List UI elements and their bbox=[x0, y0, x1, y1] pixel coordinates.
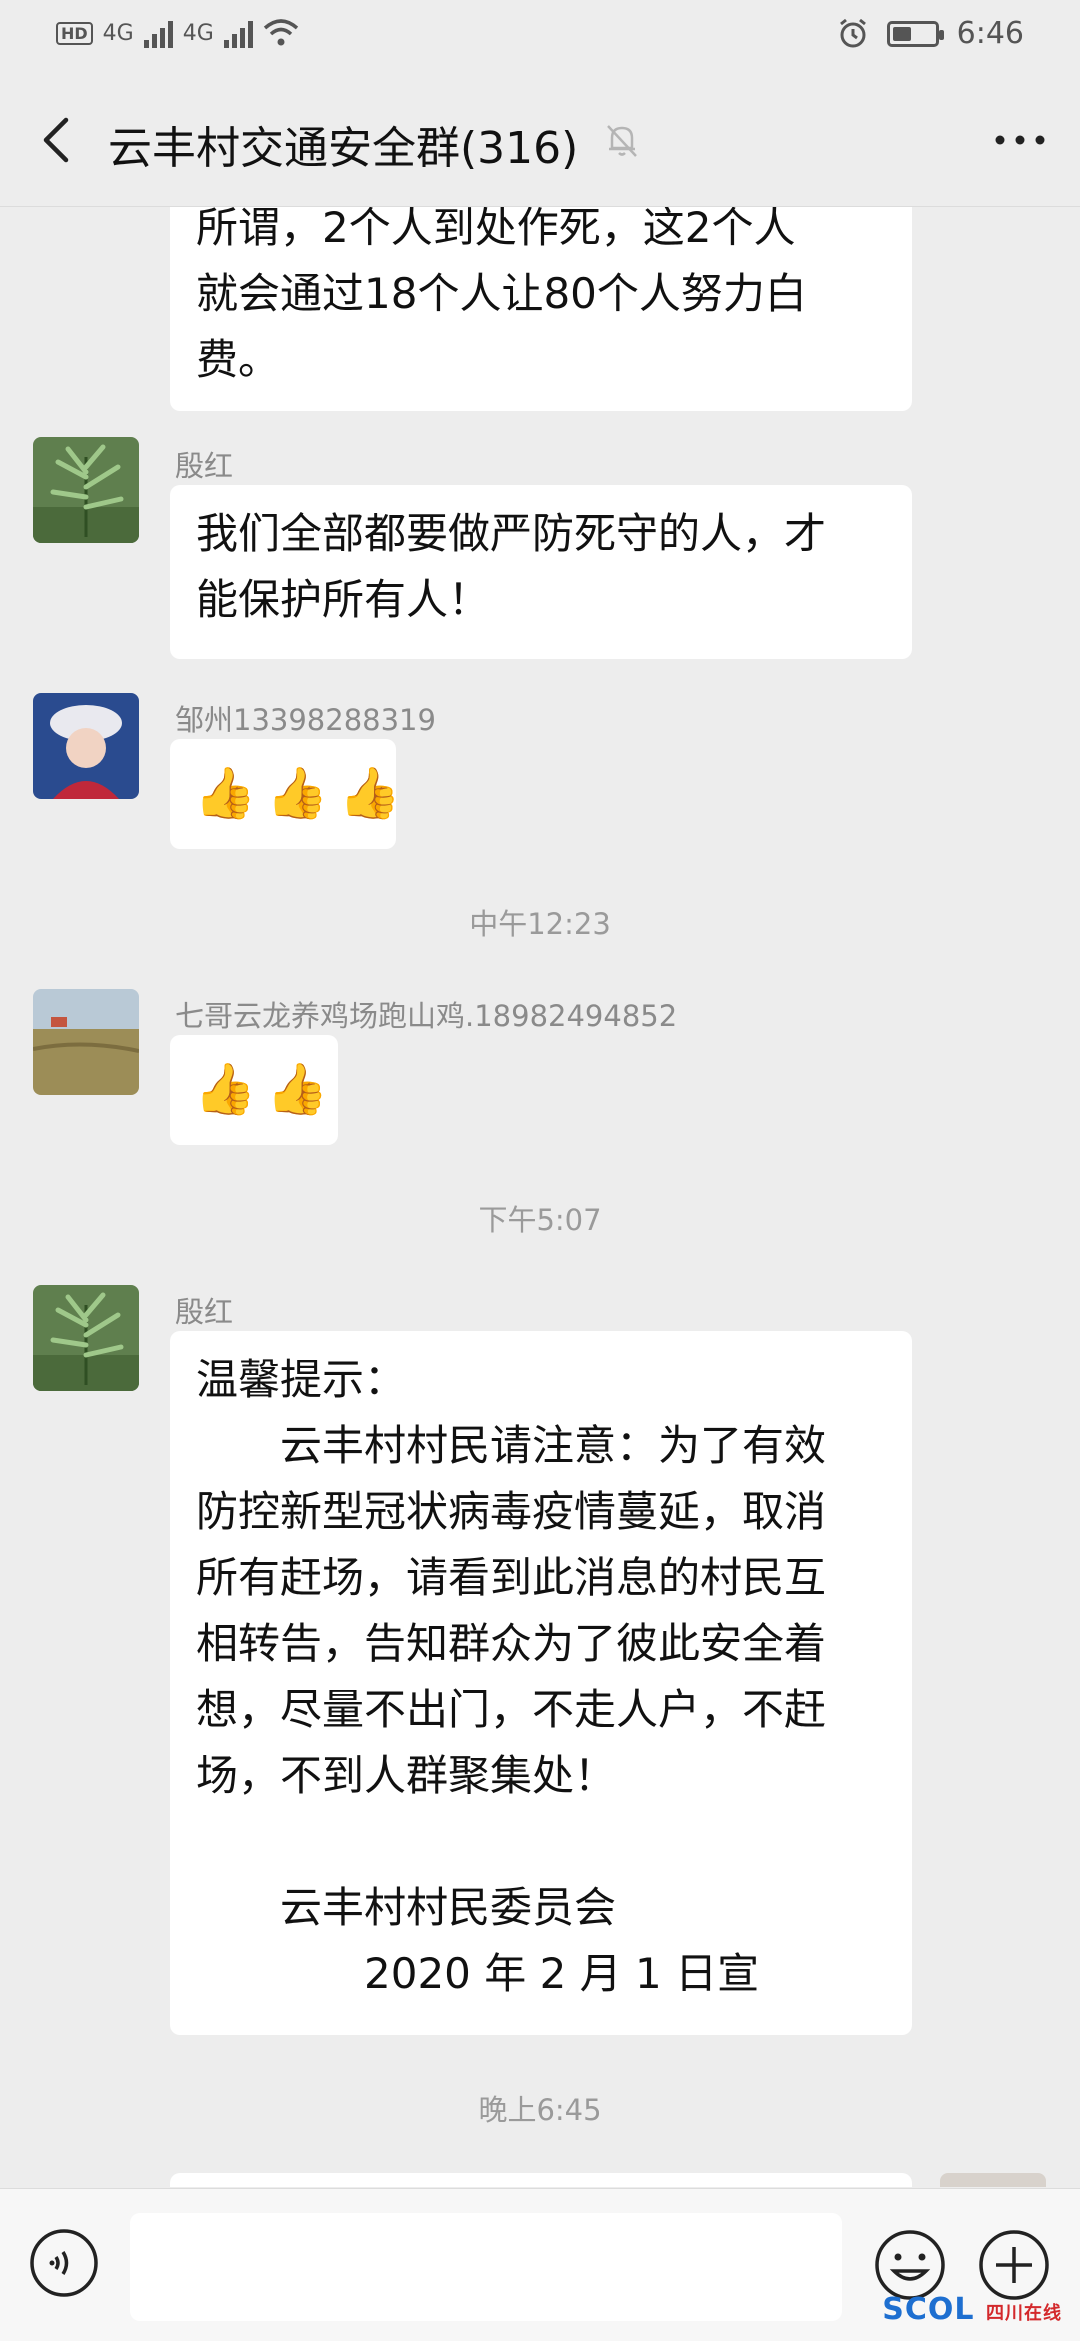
message-list[interactable]: 所谓，2个人到处作死，这2个人 就会通过18个人让80个人努力白 费。 殷红 我… bbox=[0, 207, 1080, 2187]
message-line: 所有赶场，请看到此消息的村民互 bbox=[196, 1553, 827, 1602]
thumbs-up-icon: 👍 bbox=[266, 1060, 329, 1118]
watermark-logo: SCOL 四川在线 bbox=[882, 2292, 1062, 2327]
status-bar: HD 4G 4G 6:46 bbox=[0, 0, 1080, 72]
avatar[interactable] bbox=[33, 437, 139, 543]
avatar[interactable] bbox=[33, 989, 139, 1095]
timestamp: 下午5:07 bbox=[478, 1203, 602, 1237]
clock: 6:46 bbox=[956, 16, 1024, 51]
mute-bell-icon bbox=[607, 125, 637, 157]
battery-icon bbox=[886, 20, 944, 47]
thumbs-up-icon: 👍 bbox=[194, 1060, 257, 1118]
net-label-1: 4G bbox=[102, 20, 134, 46]
message-line: 能保护所有人！ bbox=[196, 575, 491, 624]
alarm-icon bbox=[839, 18, 866, 47]
message-line: 就会通过18个人让80个人努力白 bbox=[196, 269, 807, 318]
thumbs-up-icon: 👍 bbox=[194, 764, 257, 822]
sender-name: 殷红 bbox=[175, 1295, 234, 1329]
message-line bbox=[196, 1809, 886, 1875]
avatar-partial[interactable] bbox=[940, 2173, 1046, 2187]
message-line: 场，不到人群聚集处！ bbox=[196, 1751, 617, 1800]
wifi-icon bbox=[263, 19, 298, 46]
message-input[interactable] bbox=[130, 2213, 842, 2321]
voice-input-icon[interactable] bbox=[28, 2227, 100, 2299]
avatar-field-image bbox=[33, 989, 139, 1095]
avatar-plant-image bbox=[33, 1285, 139, 1391]
message-line: 防控新型冠状病毒疫情蔓延，取消 bbox=[196, 1487, 827, 1536]
sender-name: 殷红 bbox=[175, 449, 234, 483]
message-line: 云丰村村民委员会 bbox=[196, 1883, 617, 1932]
message-line: 温馨提示： bbox=[196, 1355, 407, 1404]
avatar[interactable] bbox=[33, 693, 139, 799]
input-bar: SCOL 四川在线 bbox=[0, 2188, 1080, 2341]
message-line: 相转告，告知群众为了彼此安全着 bbox=[196, 1619, 827, 1668]
thumbs-up-icon: 👍 bbox=[338, 764, 401, 822]
signal-icon bbox=[143, 18, 173, 48]
back-icon[interactable] bbox=[34, 112, 82, 168]
message-line: 所谓，2个人到处作死，这2个人 bbox=[196, 207, 796, 252]
hd-icon: HD bbox=[56, 21, 93, 45]
sender-name: 七哥云龙养鸡场跑山鸡.18982494852 bbox=[175, 999, 678, 1033]
avatar[interactable] bbox=[33, 1285, 139, 1391]
chat-header: 云丰村交通安全群(316) bbox=[0, 72, 1080, 207]
message-bubble[interactable]: 👍 👍 👍 bbox=[170, 739, 401, 849]
message-line: 2020 年 2 月 1 日宣 bbox=[196, 1949, 760, 1998]
signal-icon-2 bbox=[223, 18, 253, 48]
chat-title: 云丰村交通安全群(316) bbox=[108, 123, 579, 174]
net-label-2: 4G bbox=[182, 20, 214, 46]
message-line: 想，尽量不出门，不走人户，不赶 bbox=[196, 1685, 827, 1734]
timestamp: 中午12:23 bbox=[469, 907, 611, 941]
message-bubble-partial[interactable] bbox=[170, 2173, 912, 2187]
message-line: 云丰村村民请注意：为了有效 bbox=[196, 1421, 827, 1470]
avatar-plant-image bbox=[33, 437, 139, 543]
message-bubble[interactable]: 我们全部都要做严防死守的人，才 能保护所有人！ bbox=[170, 485, 912, 659]
timestamp: 晚上6:45 bbox=[478, 2093, 602, 2127]
message-line: 我们全部都要做严防死守的人，才 bbox=[196, 509, 827, 558]
message-bubble[interactable]: 👍 👍 bbox=[170, 1035, 338, 1145]
message-line: 费。 bbox=[196, 335, 281, 384]
message-bubble[interactable]: 所谓，2个人到处作死，这2个人 就会通过18个人让80个人努力白 费。 bbox=[170, 207, 912, 411]
thumbs-up-icon: 👍 bbox=[266, 764, 329, 822]
sender-name: 邹州13398288319 bbox=[175, 703, 436, 737]
more-icon[interactable] bbox=[990, 118, 1050, 162]
avatar-portrait-image bbox=[33, 693, 139, 799]
message-bubble[interactable]: 温馨提示： 云丰村村民请注意：为了有效 防控新型冠状病毒疫情蔓延，取消 所有赶场… bbox=[170, 1331, 912, 2035]
